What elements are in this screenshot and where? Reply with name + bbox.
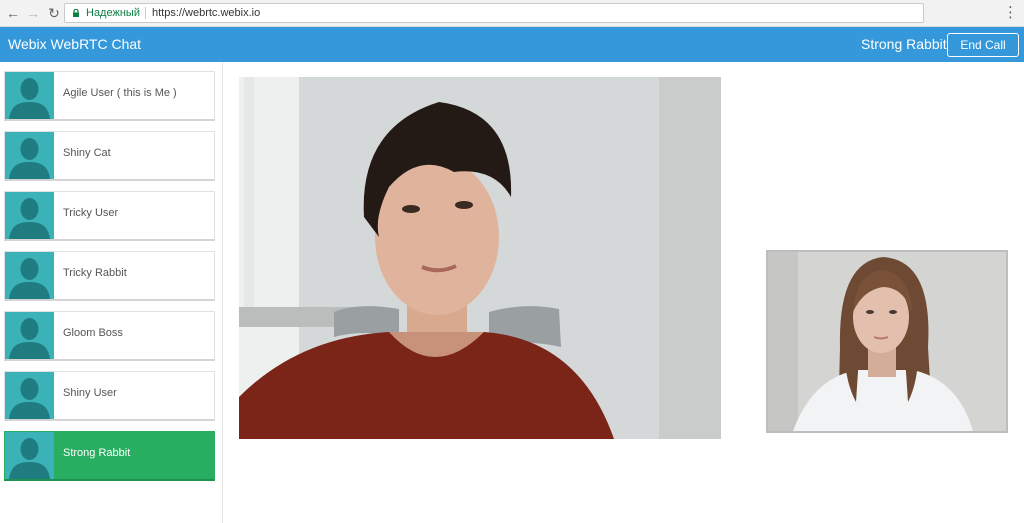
end-call-button[interactable]: End Call [947, 33, 1019, 57]
lock-icon [73, 9, 79, 17]
address-separator [145, 7, 146, 19]
forward-arrow-icon[interactable]: → [24, 4, 42, 22]
user-name-label: Strong Rabbit [63, 447, 131, 459]
current-user-name: Strong Rabbit [861, 36, 947, 52]
user-list-sidebar: Agile User ( this is Me ) Shiny Cat Tric… [0, 62, 223, 523]
url-text[interactable]: https://webrtc.webix.io [152, 4, 260, 22]
user-list-item[interactable]: Shiny User [4, 371, 215, 421]
reload-icon[interactable]: ↻ [45, 4, 63, 22]
user-list-item[interactable]: Shiny Cat [4, 131, 215, 181]
user-avatar-icon [5, 312, 54, 359]
user-list-item[interactable]: Agile User ( this is Me ) [4, 71, 215, 121]
remote-video [239, 77, 721, 439]
address-bar[interactable]: Надежный https://webrtc.webix.io [64, 3, 924, 23]
user-list-item-active[interactable]: Strong Rabbit [4, 431, 215, 481]
menu-dots-icon[interactable]: ⋮ [1003, 4, 1018, 22]
user-list-item[interactable]: Gloom Boss [4, 311, 215, 361]
user-name-label: Tricky Rabbit [63, 267, 127, 279]
user-avatar-icon [5, 252, 54, 299]
app-header: Webix WebRTC Chat Strong Rabbit [0, 27, 1024, 62]
user-list-item[interactable]: Tricky User [4, 191, 215, 241]
user-avatar-icon [5, 72, 54, 119]
user-avatar-icon [5, 372, 54, 419]
browser-toolbar: ← → ↻ Надежный https://webrtc.webix.io ⋮ [0, 0, 1024, 27]
user-name-label: Agile User ( this is Me ) [63, 87, 177, 99]
secure-label: Надежный [86, 7, 140, 19]
back-arrow-icon[interactable]: ← [4, 4, 22, 22]
user-name-label: Shiny User [63, 387, 117, 399]
user-list-item[interactable]: Tricky Rabbit [4, 251, 215, 301]
user-avatar-icon [5, 192, 54, 239]
local-video [766, 250, 1008, 433]
user-avatar-icon [5, 132, 54, 179]
user-name-label: Gloom Boss [63, 327, 123, 339]
user-name-label: Shiny Cat [63, 147, 111, 159]
user-avatar-icon [5, 432, 54, 479]
user-name-label: Tricky User [63, 207, 119, 219]
app-title: Webix WebRTC Chat [8, 36, 142, 52]
